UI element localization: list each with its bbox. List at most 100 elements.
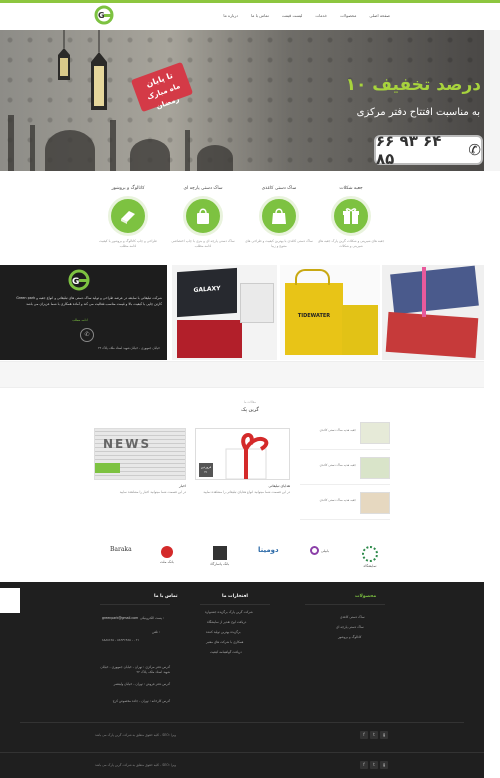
google-plus-icon[interactable]: g <box>380 761 388 769</box>
nav-contact[interactable]: تماس با ما <box>251 13 269 18</box>
nav-home[interactable]: صفحه اصلی <box>369 13 390 18</box>
expo-icon <box>362 546 378 562</box>
feature-chocolate-box[interactable]: جعبه شکلات جعبه های شیرینی و شکلات گرین … <box>316 186 386 249</box>
footer-bottom-divider <box>0 752 484 753</box>
news-tag <box>95 463 120 473</box>
brand-logo-domina[interactable]: دومینا <box>258 546 279 554</box>
phone-icon: ✆ <box>468 141 481 159</box>
nav-services[interactable]: خدمات <box>315 13 327 18</box>
yellow-bag: TIDEWATER <box>285 283 343 355</box>
about-more-link[interactable]: ادامه مطلب <box>72 318 88 323</box>
green-park-logo-dark: G <box>68 269 90 291</box>
mosque-skyline-illustration <box>8 115 233 171</box>
footer-address: آدرس دفتر فروش : تهران - خیابان ولیعصر <box>113 682 170 686</box>
divider-band <box>0 361 484 388</box>
hero-phone-number: ۶۶ ۹۳ ۶۴ ۸۵ <box>376 132 442 168</box>
nav-products[interactable]: محصولات <box>340 13 356 18</box>
brand-logo-pasargad[interactable]: بانک پاسارگاد <box>210 546 229 566</box>
footer-product-link[interactable]: ساک دستی پارچه ای <box>336 625 364 629</box>
footer-honor-item[interactable]: شرکت گرین پارک برگزیده جشنواره <box>205 610 253 614</box>
footer-honors-title: افتخارات ما <box>222 594 248 599</box>
ribbon <box>422 267 426 317</box>
nav-about[interactable]: درباره ما <box>223 13 238 18</box>
feature-title: جعبه شکلات <box>339 186 363 191</box>
news-image-newspaper[interactable]: NEWS <box>94 428 186 480</box>
footer-product-link[interactable]: کاتالوگ و بروشور <box>338 635 361 639</box>
news-section-subtitle: مقالات ما <box>243 400 257 404</box>
side-text: جعبه هدیه ساک دستی کاغذی <box>319 428 356 432</box>
footer-white-tab <box>0 588 20 613</box>
gift-icon <box>331 196 371 236</box>
blue-box <box>390 265 479 315</box>
bapilo-icon <box>310 546 319 555</box>
footer-honor-item[interactable]: برگزیده بهترین تولید کننده <box>206 630 241 634</box>
copyright-text: کلیه حقوق متعلق به شرکت گرین پارک می باش… <box>95 763 176 767</box>
lantern-left-icon <box>58 30 70 80</box>
google-plus-icon[interactable]: g <box>380 731 388 739</box>
feature-catalog[interactable]: کاتالوگ و بروشور طراحی و چاپ کاتالوگ و ب… <box>93 186 163 249</box>
feature-paper-bag[interactable]: ساک دستی کاغذی ساک دستی کاغذی با بهترین … <box>244 186 314 249</box>
brand-name: بانک ملت <box>160 560 174 564</box>
news-image-text: NEWS <box>103 437 152 451</box>
news-image-gift[interactable]: فروردین ۲۱ <box>195 428 290 480</box>
mellat-icon <box>160 546 173 558</box>
facebook-icon[interactable]: f <box>360 761 368 769</box>
white-box <box>240 283 274 323</box>
feature-desc: ساک دستی کاغذی با بهترین کیفیت و طراحی ه… <box>245 239 313 248</box>
brand-name: Baraka <box>110 546 132 553</box>
side-item[interactable]: جعبه هدیه ساک دستی کاغذی <box>300 455 390 485</box>
nav-price-list[interactable]: لیست قیمت <box>282 13 303 18</box>
footer-product-link[interactable]: ساک دستی کاغذی <box>340 615 365 619</box>
bapilo-wrap: بابیلی <box>310 546 329 555</box>
brand-logo-expo[interactable]: نمایشگاه <box>362 546 378 568</box>
brand-name: دومینا <box>258 546 279 554</box>
footer-honor-item[interactable]: دریافت گواهینامه کیفیت <box>210 650 242 654</box>
facebook-icon[interactable]: f <box>360 731 368 739</box>
news-label[interactable]: اخبار <box>150 484 186 488</box>
news-desc: در این قسمت شما میتوانید اخبار را مشاهده… <box>119 490 186 494</box>
brand-name: بانک پاسارگاد <box>210 562 230 566</box>
side-thumb <box>360 457 390 479</box>
about-text: Green park شرکت تبلیغاتی با سابقه در عرص… <box>16 296 162 306</box>
tidewater-bag-label: TIDEWATER <box>297 313 331 319</box>
lantern-right-icon <box>91 30 107 110</box>
green-park-logo[interactable]: G <box>93 5 115 25</box>
hero-banner[interactable]: تا پایان ماه مبارک رمضان ۱۰ درصد تخفیف ب… <box>0 30 484 171</box>
book-icon <box>108 196 148 236</box>
feature-title: کاتالوگ و بروشور <box>111 186 145 191</box>
footer-divider <box>100 604 170 605</box>
brand-logo-mellat[interactable]: بانک ملت <box>160 546 174 564</box>
bag-handle <box>295 269 330 285</box>
footer-address: آدرس دفتر مرکزی : تهران - خیابان جمهوری … <box>100 665 170 674</box>
svg-text:G: G <box>98 11 105 20</box>
footer-honor-item[interactable]: همکاری با شرکت های معتبر <box>206 640 243 644</box>
scrollbar-track[interactable] <box>484 30 500 171</box>
footer-honor-item[interactable]: دریافت لوح تقدیر از نمایشگاه <box>207 620 246 624</box>
product-image-tidewater[interactable]: TIDEWATER <box>280 265 380 360</box>
side-item[interactable]: جعبه هدیه ساک دستی کاغذی <box>300 490 390 520</box>
galaxy-bag: GALAXY <box>177 267 237 318</box>
brand-logo-bapilo[interactable]: بابیلی <box>310 546 329 555</box>
side-thumb <box>360 492 390 514</box>
hero-phone-box[interactable]: ۶۶ ۹۳ ۶۴ ۸۵ ✆ <box>376 132 481 168</box>
brand-name: بابیلی <box>321 548 330 553</box>
brand-name: نمایشگاه <box>363 564 377 568</box>
feature-cloth-bag[interactable]: ساک دستی پارچه ای ساک دستی پارچه ای و بن… <box>168 186 238 249</box>
product-image-boxes[interactable] <box>382 265 484 360</box>
feature-desc: طراحی و چاپ کاتالوگ و بروشور با کیفیت ادا… <box>99 239 157 248</box>
footer-email[interactable]: greenpark@gmail.com <box>102 616 138 620</box>
red-box <box>385 311 479 359</box>
twitter-icon[interactable]: t <box>370 761 378 769</box>
side-text: جعبه هدیه ساک دستی کاغذی <box>319 463 356 467</box>
side-item[interactable]: جعبه هدیه ساک دستی کاغذی <box>300 420 390 450</box>
product-image-galaxy[interactable]: GALAXY <box>172 265 277 360</box>
copyright-text: کلیه حقوق متعلق به شرکت گرین پارک می باش… <box>95 733 176 737</box>
brand-logo-baraka[interactable]: Baraka <box>110 546 132 553</box>
twitter-icon[interactable]: t <box>370 731 378 739</box>
footer-products-title: محصولات <box>355 594 377 599</box>
hero-discount-title: ۱۰ درصد تخفیف <box>345 75 481 95</box>
galaxy-bag-label: GALAXY <box>193 285 221 294</box>
feature-title: ساک دستی کاغذی <box>261 186 297 191</box>
red-bag <box>177 320 242 358</box>
news-label[interactable]: هدایای تبلیغاتی <box>240 484 290 488</box>
